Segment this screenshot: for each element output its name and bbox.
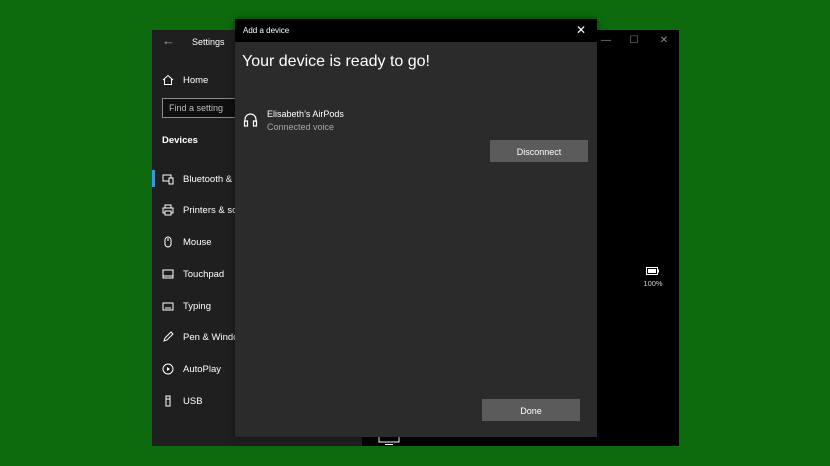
sidebar-item-bluetooth[interactable]: Bluetooth &: [162, 171, 232, 187]
usb-icon: [165, 395, 171, 407]
sidebar-item-label: Mouse: [183, 236, 212, 248]
close-button[interactable]: ✕: [573, 22, 589, 38]
sidebar-item-label: Bluetooth &: [183, 173, 233, 185]
device-info: Elisabeth’s AirPods Connected voice: [267, 109, 344, 132]
add-device-dialog: Add a device ✕ Your device is ready to g…: [235, 19, 597, 437]
dialog-heading: Your device is ready to go!: [242, 53, 430, 70]
sidebar-item-label: Typing: [183, 300, 211, 312]
sidebar-item-autoplay[interactable]: AutoPlay: [162, 361, 221, 377]
sidebar-item-label: USB: [183, 395, 203, 407]
sidebar-item-usb[interactable]: USB: [162, 393, 203, 409]
maximize-button[interactable]: ☐: [626, 34, 642, 48]
sidebar-item-pen[interactable]: Pen & Windo: [162, 329, 238, 345]
home-icon: [162, 74, 174, 85]
sidebar-item-touchpad[interactable]: Touchpad: [162, 266, 224, 282]
section-title-devices: Devices: [162, 135, 198, 146]
sidebar-item-label: Pen & Windo: [183, 331, 239, 343]
printer-icon: [162, 204, 174, 216]
device-status: Connected voice: [267, 122, 335, 132]
autoplay-icon: [162, 363, 174, 375]
battery-percentage: 100%: [643, 279, 663, 288]
home-label: Home: [183, 74, 209, 86]
find-setting-placeholder: Find a setting: [169, 103, 224, 113]
sidebar-item-printers[interactable]: Printers & sca: [162, 202, 242, 218]
battery-icon: [646, 267, 659, 275]
sidebar-item-label: Printers & sca: [183, 204, 243, 216]
minimize-button[interactable]: —: [598, 34, 614, 48]
pen-icon: [163, 331, 174, 342]
keyboard-icon: [162, 302, 174, 311]
disconnect-button[interactable]: Disconnect: [490, 140, 588, 162]
sidebar-item-label: AutoPlay: [183, 363, 222, 375]
touchpad-icon: [162, 269, 174, 279]
settings-close-button[interactable]: ✕: [656, 34, 672, 48]
settings-title: Settings: [192, 37, 225, 47]
sidebar-item-label: Touchpad: [183, 268, 225, 280]
headphones-icon: [243, 113, 258, 127]
sidebar-item-mouse[interactable]: Mouse: [162, 234, 212, 250]
bluetooth-devices-icon: [162, 174, 174, 185]
mouse-icon: [164, 236, 172, 248]
active-indicator: [152, 170, 155, 187]
device-list-item: Elisabeth’s AirPods Connected voice: [243, 109, 344, 132]
home-nav-item[interactable]: Home: [162, 72, 208, 88]
dialog-title: Add a device: [243, 26, 290, 35]
dialog-titlebar: Add a device ✕: [235, 19, 597, 42]
sidebar-item-typing[interactable]: Typing: [162, 298, 211, 314]
done-button[interactable]: Done: [482, 399, 580, 421]
device-name: Elisabeth’s AirPods: [267, 109, 344, 119]
back-arrow-icon[interactable]: ←: [162, 34, 176, 48]
